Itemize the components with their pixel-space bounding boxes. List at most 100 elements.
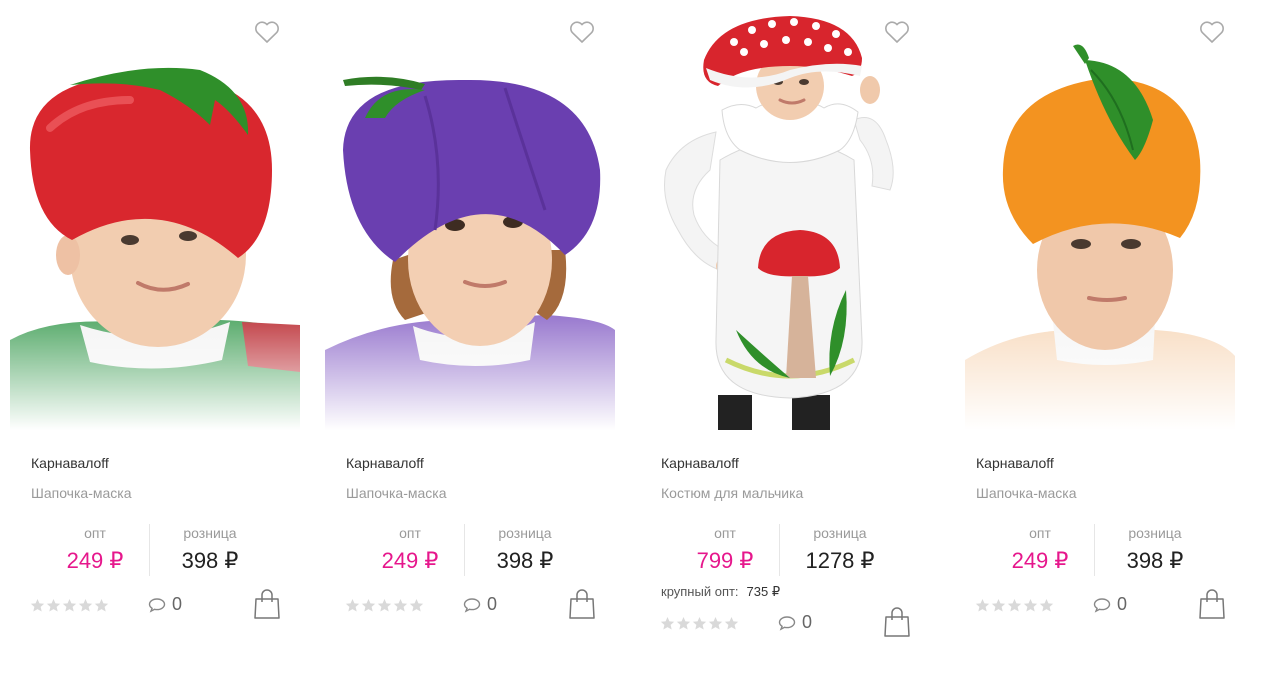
shopping-bag-icon[interactable] [253, 588, 281, 620]
retail-price: 398 ₽ [496, 548, 554, 573]
product-title[interactable]: Шапочка-маска [346, 485, 446, 501]
product-meta: 0 [955, 588, 1245, 624]
bulk-price: крупный опт: 735 ₽ [661, 584, 780, 600]
opt-price-label: опт [399, 525, 421, 541]
bulk-price-value: 735 ₽ [746, 584, 781, 599]
retail-price: 1278 ₽ [805, 548, 875, 573]
star-icon [377, 598, 392, 612]
opt-price-label: опт [1029, 525, 1051, 541]
opt-price: 249 ₽ [381, 548, 439, 573]
retail-price-group: розница 398 ₽ [150, 524, 270, 576]
star-icon [78, 598, 93, 612]
retail-price-label: розница [183, 525, 237, 541]
product-image[interactable] [640, 0, 930, 430]
star-icon [1007, 598, 1022, 612]
opt-price: 249 ₽ [66, 548, 124, 573]
product-brand[interactable]: Карнавалoff [976, 455, 1054, 471]
opt-price-label: опт [84, 525, 106, 541]
star-icon [991, 598, 1006, 612]
star-icon [94, 598, 109, 612]
heart-icon[interactable] [254, 20, 280, 44]
product-card: Карнавалoff Костюм для мальчика опт 799 … [640, 0, 940, 686]
star-icon [975, 598, 990, 612]
comment-icon [1093, 597, 1111, 613]
star-icon [361, 598, 376, 612]
bulk-price-label: крупный опт: [661, 584, 739, 599]
comments-count: 0 [487, 594, 498, 614]
star-icon [1039, 598, 1054, 612]
star-icon [46, 598, 61, 612]
retail-price-label: розница [1128, 525, 1182, 541]
product-brand[interactable]: Карнавалoff [346, 455, 424, 471]
opt-price: 799 ₽ [696, 548, 754, 573]
star-icon [708, 616, 723, 630]
mushroom-costume-image [664, 16, 894, 430]
star-icon [676, 616, 691, 630]
comments-count: 0 [802, 612, 813, 632]
product-card: Карнавалoff Шапочка-маска опт 249 ₽ розн… [325, 0, 625, 686]
product-brand[interactable]: Карнавалoff [31, 455, 109, 471]
star-icon [393, 598, 408, 612]
heart-icon[interactable] [884, 20, 910, 44]
star-icon [409, 598, 424, 612]
product-meta: 0 [10, 588, 300, 624]
heart-icon[interactable] [1199, 20, 1225, 44]
product-meta: 0 [325, 588, 615, 624]
tomato-hat-image [10, 67, 300, 430]
product-title[interactable]: Шапочка-маска [31, 485, 131, 501]
price-block: опт 249 ₽ розница 398 ₽ [955, 524, 1245, 580]
opt-price-group: опт 249 ₽ [985, 524, 1095, 576]
retail-price-label: розница [813, 525, 867, 541]
price-block: опт 249 ₽ розница 398 ₽ [325, 524, 615, 580]
opt-price-group: опт 249 ₽ [40, 524, 150, 576]
product-grid: Карнавалoff Шапочка-маска опт 249 ₽ розн… [0, 0, 1280, 686]
retail-price: 398 ₽ [1126, 548, 1184, 573]
rating-stars[interactable] [975, 598, 1054, 613]
product-brand[interactable]: Карнавалoff [661, 455, 739, 471]
price-block: опт 799 ₽ розница 1278 ₽ [640, 524, 930, 580]
star-icon [30, 598, 45, 612]
comments-count: 0 [172, 594, 183, 614]
retail-price-group: розница 1278 ₽ [780, 524, 900, 576]
opt-price-group: опт 249 ₽ [355, 524, 465, 576]
product-title[interactable]: Шапочка-маска [976, 485, 1076, 501]
orange-hat-image [955, 44, 1245, 430]
product-card: Карнавалoff Шапочка-маска опт 249 ₽ розн… [10, 0, 310, 686]
product-meta: 0 [640, 606, 930, 642]
star-icon [692, 616, 707, 630]
opt-price-label: опт [714, 525, 736, 541]
opt-price: 249 ₽ [1011, 548, 1069, 573]
rating-stars[interactable] [345, 598, 424, 613]
comments-link[interactable]: 0 [463, 594, 497, 615]
product-image[interactable] [325, 0, 615, 430]
shopping-bag-icon[interactable] [883, 606, 911, 638]
star-icon [724, 616, 739, 630]
opt-price-group: опт 799 ₽ [670, 524, 780, 576]
retail-price-group: розница 398 ₽ [465, 524, 585, 576]
star-icon [345, 598, 360, 612]
comment-icon [148, 597, 166, 613]
comment-icon [463, 597, 481, 613]
heart-icon[interactable] [569, 20, 595, 44]
shopping-bag-icon[interactable] [568, 588, 596, 620]
comments-link[interactable]: 0 [778, 612, 812, 633]
comments-link[interactable]: 0 [148, 594, 182, 615]
comments-count: 0 [1117, 594, 1128, 614]
plum-hat-image [325, 76, 615, 430]
product-card: Карнавалoff Шапочка-маска опт 249 ₽ розн… [955, 0, 1255, 686]
rating-stars[interactable] [30, 598, 109, 613]
product-image[interactable] [10, 0, 300, 430]
star-icon [660, 616, 675, 630]
rating-stars[interactable] [660, 616, 739, 631]
price-block: опт 249 ₽ розница 398 ₽ [10, 524, 300, 580]
retail-price-label: розница [498, 525, 552, 541]
star-icon [62, 598, 77, 612]
comments-link[interactable]: 0 [1093, 594, 1127, 615]
star-icon [1023, 598, 1038, 612]
retail-price-group: розница 398 ₽ [1095, 524, 1215, 576]
product-title[interactable]: Костюм для мальчика [661, 485, 803, 501]
product-image[interactable] [955, 0, 1245, 430]
retail-price: 398 ₽ [181, 548, 239, 573]
comment-icon [778, 615, 796, 631]
shopping-bag-icon[interactable] [1198, 588, 1226, 620]
